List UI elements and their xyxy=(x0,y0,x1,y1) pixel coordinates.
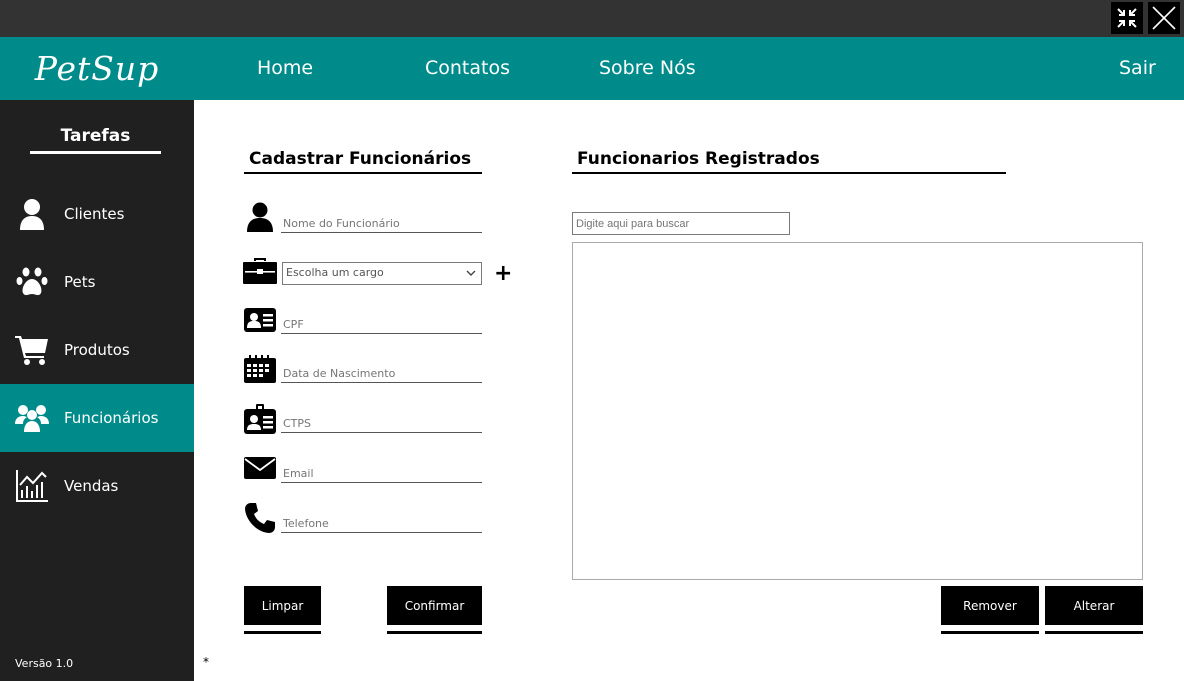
app-logo: PetSup xyxy=(34,49,160,88)
paw-icon xyxy=(0,266,64,298)
search-input[interactable] xyxy=(572,212,790,235)
sidebar-item-label: Funcionários xyxy=(64,409,159,427)
alterar-button-underline xyxy=(1045,631,1143,634)
window-titlebar xyxy=(0,0,1184,37)
limpar-button-underline xyxy=(244,631,321,634)
sidebar-title-underline xyxy=(30,151,161,154)
remover-button-underline xyxy=(941,631,1039,634)
id-card-icon xyxy=(243,305,277,335)
nav-sair[interactable]: Sair xyxy=(1119,37,1156,100)
add-cargo-button[interactable]: + xyxy=(494,262,512,286)
sidebar-item-vendas[interactable]: Vendas xyxy=(0,452,194,520)
calendar-icon xyxy=(243,354,277,384)
cargo-select-value: Escolha um cargo xyxy=(286,266,384,279)
limpar-button[interactable]: Limpar xyxy=(244,586,321,625)
telefone-field[interactable] xyxy=(281,513,482,533)
cargo-select[interactable]: Escolha um cargo xyxy=(282,262,482,285)
sidebar-item-label: Produtos xyxy=(64,341,130,359)
briefcase-icon xyxy=(243,255,277,285)
confirmar-button[interactable]: Confirmar xyxy=(387,586,482,625)
sidebar-item-funcionarios[interactable]: Funcionários xyxy=(0,384,194,452)
sidebar-item-label: Clientes xyxy=(64,205,125,223)
sidebar-item-produtos[interactable]: Produtos xyxy=(0,316,194,384)
phone-icon xyxy=(243,503,277,533)
close-window-button[interactable] xyxy=(1148,2,1180,34)
nav-sobre-nos[interactable]: Sobre Nós xyxy=(599,37,696,100)
sidebar-title: Tarefas xyxy=(60,126,131,146)
funcionarios-table[interactable] xyxy=(572,242,1143,580)
badge-icon xyxy=(243,404,277,434)
email-icon xyxy=(243,453,277,483)
sidebar-item-label: Vendas xyxy=(64,477,119,495)
alterar-button[interactable]: Alterar xyxy=(1045,586,1143,625)
form-title: Cadastrar Funcionários xyxy=(249,149,472,169)
cpf-field[interactable] xyxy=(281,314,482,334)
confirmar-button-underline xyxy=(387,631,482,634)
user-icon xyxy=(0,198,64,230)
registered-title-underline xyxy=(572,172,1006,174)
status-mark: * xyxy=(203,655,209,669)
version-label: Versão 1.0 xyxy=(15,657,74,670)
chevron-down-icon xyxy=(465,267,477,282)
email-field[interactable] xyxy=(281,463,482,483)
shrink-arrows-icon xyxy=(1117,8,1137,28)
chart-icon xyxy=(0,469,64,503)
data-nascimento-field[interactable] xyxy=(281,363,482,383)
cart-icon xyxy=(0,334,64,366)
sidebar-item-label: Pets xyxy=(64,273,96,291)
ctps-field[interactable] xyxy=(281,413,482,433)
form-title-underline xyxy=(244,172,482,174)
registered-title: Funcionarios Registrados xyxy=(577,149,820,169)
restore-window-button[interactable] xyxy=(1111,2,1143,34)
close-x-icon xyxy=(1152,6,1176,30)
group-icon xyxy=(0,402,64,434)
nome-funcionario-field[interactable] xyxy=(281,213,482,233)
person-icon xyxy=(243,202,277,232)
remover-button[interactable]: Remover xyxy=(941,586,1039,625)
sidebar-item-clientes[interactable]: Clientes xyxy=(0,180,194,248)
nav-home[interactable]: Home xyxy=(257,37,313,100)
nav-contatos[interactable]: Contatos xyxy=(425,37,510,100)
sidebar-item-pets[interactable]: Pets xyxy=(0,248,194,316)
